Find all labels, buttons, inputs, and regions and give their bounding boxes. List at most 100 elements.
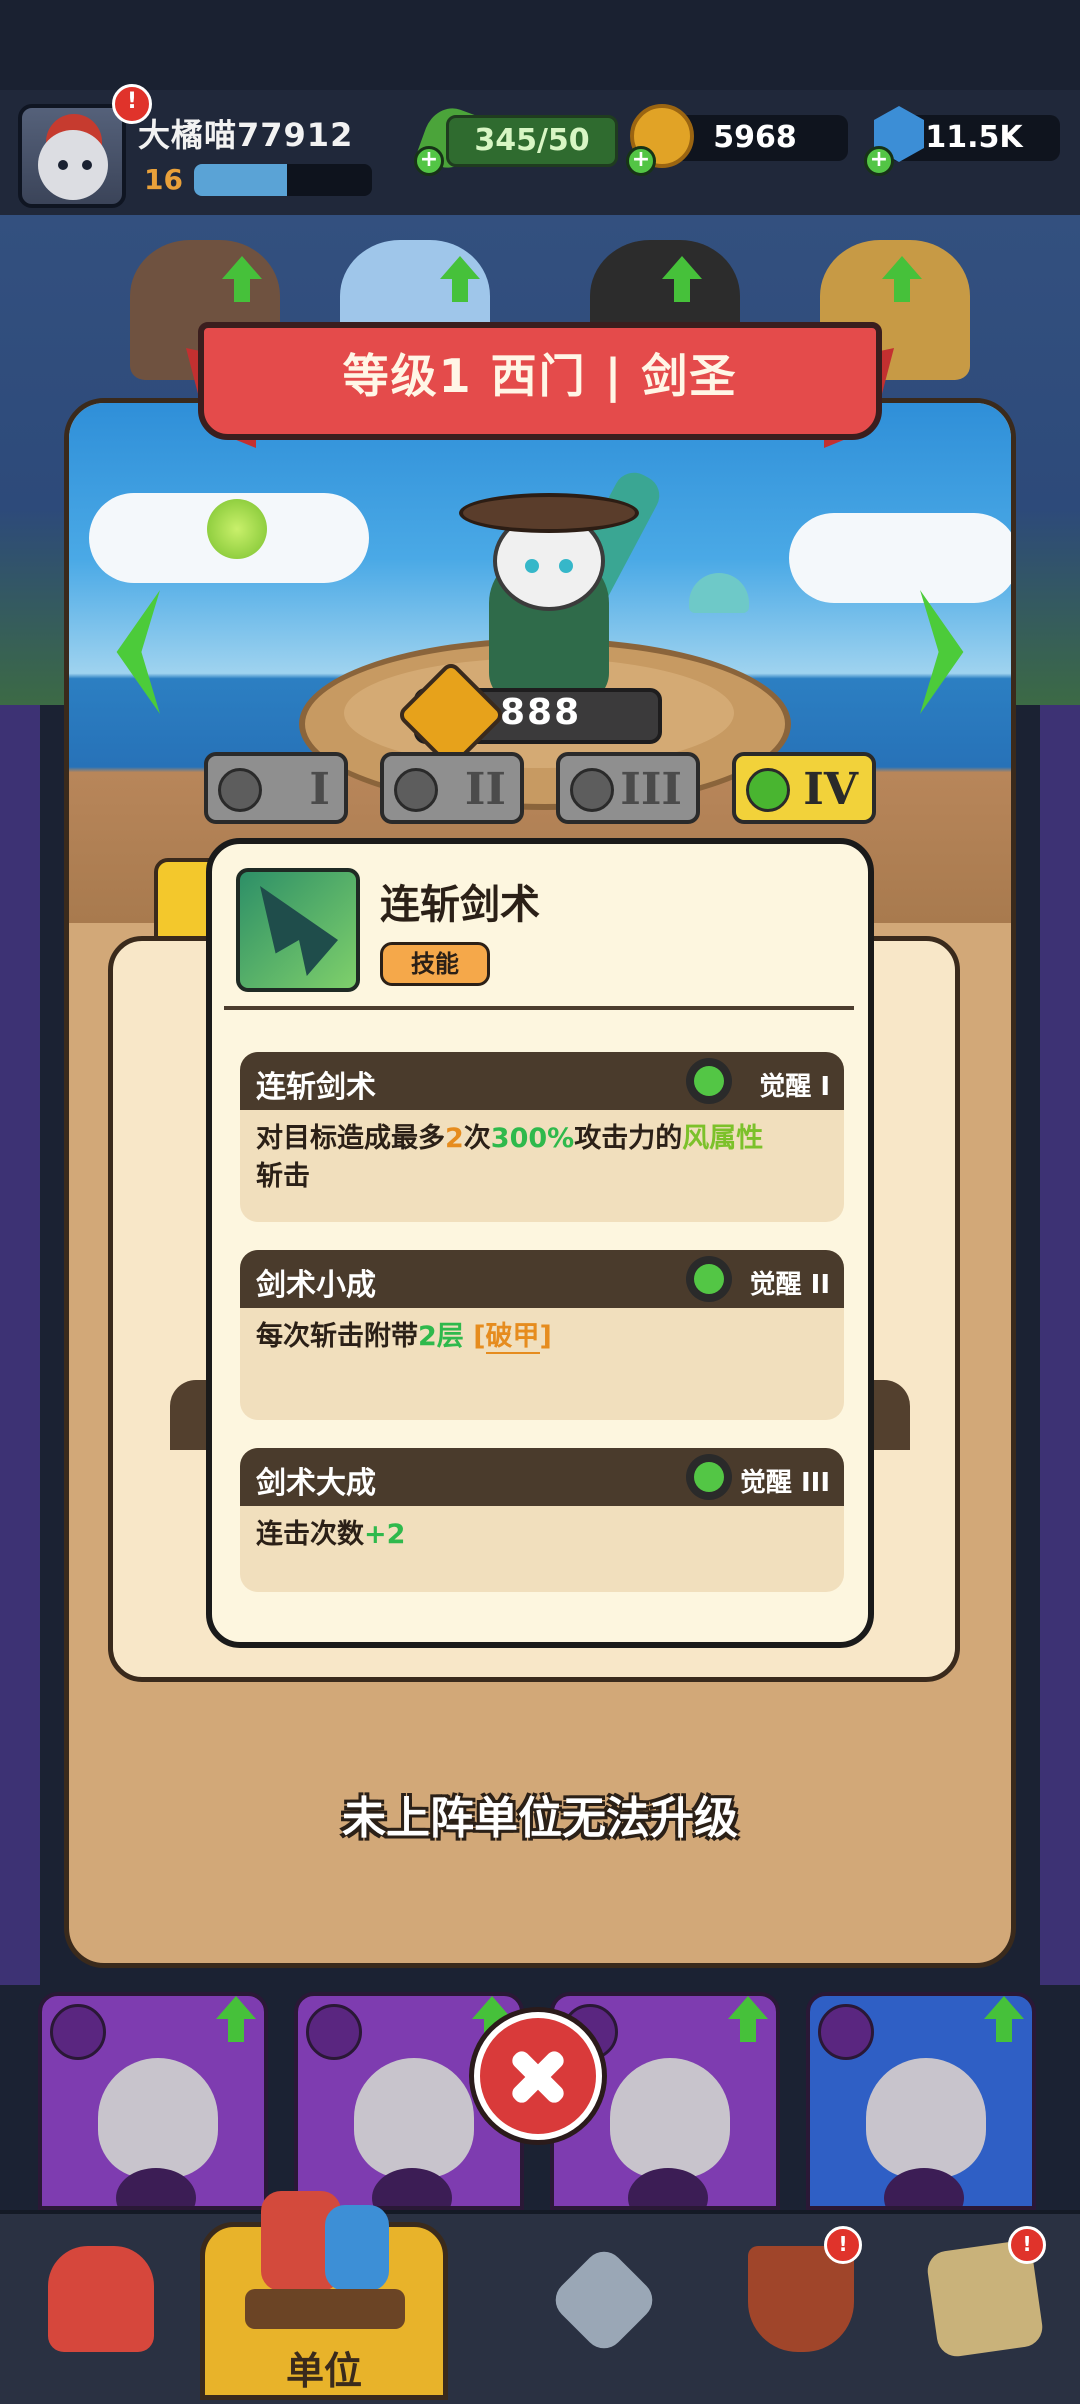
awakening-level: 觉醒 III (739, 1468, 830, 1498)
background-unit-column (0, 705, 40, 1985)
upgrade-arrow-icon (728, 1996, 768, 2042)
desc-highlight: +2 (364, 1519, 406, 1550)
awakening-description: 对目标造成最多2次300%攻击力的风属性斩击 (240, 1110, 844, 1206)
upgrade-arrow-icon (984, 1996, 1024, 2042)
upgrade-arrow-icon (216, 1996, 256, 2042)
previous-unit-button[interactable] (98, 590, 160, 714)
avatar-eye (58, 160, 68, 170)
awakening-title: 剑术大成 (256, 1466, 376, 1501)
awakening-card-header: 连斩剑术 觉醒 I (240, 1052, 844, 1110)
energy-value: 345/50 (474, 123, 590, 158)
unit-title: 等级1 西门 | 剑圣 (342, 349, 738, 403)
wind-element-icon (207, 499, 267, 559)
nav-units-label: 单位 (285, 2349, 362, 2393)
clover-icon (570, 768, 614, 812)
skill-name: 连斩剑术 (380, 882, 540, 928)
island (689, 573, 749, 613)
hero-hat (459, 493, 639, 533)
desc-bracket: ] (539, 1321, 552, 1352)
awakening-description: 每次斩击附带2层 [破甲] (240, 1308, 844, 1366)
desc-text: 每次斩击附带 (256, 1321, 418, 1352)
nav-ship[interactable]: ! (736, 2226, 866, 2366)
chevron-left-icon (116, 590, 160, 714)
awakening-tab-3[interactable]: III (556, 752, 700, 824)
awakening-tab-2[interactable]: II (380, 752, 524, 824)
add-energy-icon[interactable]: + (414, 146, 444, 176)
clover-icon (746, 768, 790, 812)
awakening-card-2: 剑术小成 觉醒 II 每次斩击附带2层 [破甲] (240, 1250, 844, 1420)
desc-text: 对目标造成最多 (256, 1123, 445, 1154)
unit-cat-blue (325, 2205, 389, 2291)
awakening-tab-label: I (309, 764, 330, 815)
add-coins-icon[interactable]: + (626, 146, 656, 176)
clover-icon (394, 768, 438, 812)
desc-text: 攻击力的 (574, 1123, 683, 1154)
armor-break-link[interactable]: 破甲 (485, 1321, 540, 1354)
avatar-eye (82, 160, 92, 170)
close-button[interactable] (474, 2012, 602, 2140)
coin-icon[interactable]: + (626, 104, 696, 176)
clover-icon (686, 1256, 732, 1302)
house-icon (48, 2246, 154, 2352)
unit-portrait (866, 2058, 986, 2178)
hero-eye (525, 559, 539, 573)
clover-icon (686, 1454, 732, 1500)
desc-text: 次 (463, 1123, 491, 1154)
crossed-swords-icon (547, 2243, 661, 2357)
awakening-description: 连击次数+2 (240, 1506, 844, 1564)
unit-portrait (354, 2058, 474, 2178)
power-value: 888 (500, 692, 582, 733)
awakening-tab-label: III (620, 764, 682, 815)
status-strip (0, 0, 1080, 90)
xp-progress-fill (194, 164, 287, 196)
fire-element-icon (50, 2004, 106, 2060)
awakening-tab-label: IV (803, 764, 858, 815)
awakening-tab-label: II (464, 764, 506, 815)
unit-stand (245, 2289, 405, 2329)
xp-progress-bar (194, 164, 372, 196)
divider (224, 1006, 854, 1010)
nav-map[interactable]: ! (920, 2226, 1050, 2366)
energy-counter: 345/50 (446, 115, 618, 167)
desc-text: 连击次数 (256, 1519, 364, 1550)
gem-icon[interactable]: + (864, 104, 934, 176)
unit-portrait (98, 2058, 218, 2178)
skill-slash-icon (236, 868, 360, 992)
awakening-tab-4[interactable]: IV (732, 752, 876, 824)
add-gems-icon[interactable]: + (864, 146, 894, 176)
clover-icon (686, 1058, 732, 1104)
desc-bracket: [ (463, 1321, 486, 1352)
cannot-upgrade-notice: 未上阵单位无法升级 (342, 1793, 738, 1844)
ship-alert-badge: ! (824, 2226, 862, 2264)
chevron-right-icon (920, 590, 964, 714)
awakening-card-1: 连斩剑术 觉醒 I 对目标造成最多2次300%攻击力的风属性斩击 (240, 1052, 844, 1222)
unit-card[interactable] (806, 1992, 1036, 2210)
hero-eye (559, 559, 573, 573)
awakening-card-header: 剑术小成 觉醒 II (240, 1250, 844, 1308)
awakening-title: 连斩剑术 (256, 1070, 376, 1105)
awakening-title: 剑术小成 (256, 1268, 376, 1303)
next-unit-button[interactable] (920, 590, 982, 714)
desc-text: 斩击 (256, 1161, 310, 1192)
avatar-face (38, 130, 108, 200)
awakening-level: 觉醒 I (759, 1072, 830, 1102)
nav-battle[interactable] (540, 2236, 670, 2366)
player-avatar[interactable] (18, 104, 126, 208)
skill-type-tag: 技能 (380, 942, 490, 986)
awakening-card-header: 剑术大成 觉醒 III (240, 1448, 844, 1506)
desc-highlight: 2层 (418, 1321, 464, 1352)
desc-highlight: 300% (490, 1123, 575, 1154)
map-alert-badge: ! (1008, 2226, 1046, 2264)
unit-card[interactable] (38, 1992, 268, 2210)
desc-highlight: 2 (445, 1123, 464, 1154)
earth-element-icon (818, 2004, 874, 2060)
unit-portrait (610, 2058, 730, 2178)
desc-highlight: 风属性 (682, 1123, 764, 1154)
awakening-level: 觉醒 II (749, 1270, 830, 1300)
nav-home[interactable] (36, 2236, 166, 2366)
clover-icon (218, 768, 262, 812)
awakening-tab-1[interactable]: I (204, 752, 348, 824)
player-level: 16 (144, 163, 183, 196)
awakening-card-3: 剑术大成 觉醒 III 连击次数+2 (240, 1448, 844, 1592)
player-name: 大橘喵77912 (138, 116, 354, 154)
